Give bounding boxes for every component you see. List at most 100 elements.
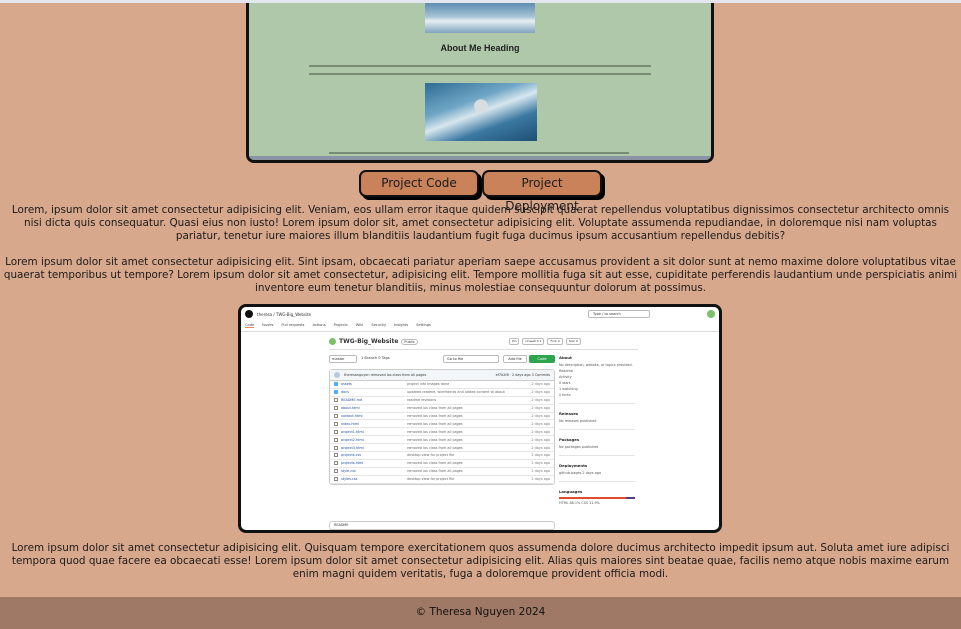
file-commit-message: removed ios class from all pages <box>407 406 463 411</box>
project-deployment-button[interactable]: Project Deployment <box>482 170 602 213</box>
repo-sidebar: About No description, website, or topics… <box>559 355 635 507</box>
file-name: styles.css <box>341 477 358 482</box>
file-icon <box>334 414 338 418</box>
file-icon <box>334 437 338 442</box>
file-row: about.html removed ios class from all pag… <box>330 405 554 413</box>
deployments-heading: Deployments <box>559 463 588 468</box>
tab-wiki: Wiki <box>355 323 364 327</box>
file-icon <box>334 398 338 403</box>
text-line <box>329 152 629 154</box>
description-paragraph-1: Lorem, ipsum dolor sit amet consectetur … <box>11 204 950 242</box>
file-row: project2.html removed ios class from all … <box>330 436 554 445</box>
file-icon <box>334 453 338 458</box>
repo-nav: Code Issues Pull requests Actions Projec… <box>245 323 431 328</box>
releases-heading: Releases <box>559 411 579 416</box>
file-icon <box>334 429 338 434</box>
fork-button: Fork 0 <box>547 338 563 345</box>
file-time: 2 days ago <box>531 453 550 458</box>
about-item: 1 watching <box>559 387 578 391</box>
file-time: 2 days ago <box>531 477 550 482</box>
watch-button: Unwatch 1 <box>522 338 545 345</box>
file-row: contact.html removed ios class from all p… <box>330 413 554 421</box>
file-row: projects.html removed ios class from all … <box>330 460 554 468</box>
github-logo-icon <box>245 310 253 318</box>
file-row: project3.html removed ios class from all … <box>330 444 554 453</box>
file-commit-message: removed ios class from all pages <box>407 421 463 426</box>
about-item: Activity <box>559 375 572 379</box>
divider <box>329 349 638 350</box>
branch-select: master <box>329 355 357 363</box>
add-file-button: Add file <box>503 355 527 363</box>
tab-security: Security <box>371 323 387 327</box>
file-time: 2 days ago <box>531 469 550 474</box>
file-name: projects.html <box>341 461 364 466</box>
about-heading: About Me Heading <box>440 43 520 53</box>
file-name: project3.html <box>341 445 364 450</box>
file-time: 2 days ago <box>531 445 550 450</box>
file-time: 2 days ago <box>531 461 550 466</box>
file-row: README.md readme revisions 2 days ago <box>330 397 554 405</box>
footer: © Theresa Nguyen 2024 <box>0 597 961 629</box>
about-page-screenshot: About Me Heading <box>246 3 714 163</box>
latest-commit: theresanguyen removed ios class from all… <box>330 370 554 381</box>
goto-file-input: Go to file <box>443 355 499 363</box>
repo-actions: Pin Unwatch 1 Fork 0 Star 0 <box>509 338 581 345</box>
tab-issues: Issues <box>262 323 274 327</box>
tab-pull-requests: Pull requests <box>281 323 305 327</box>
file-time: 2 days ago <box>531 429 550 434</box>
text-line <box>309 73 651 75</box>
tab-code: Code <box>245 323 255 328</box>
languages-heading: Languages <box>559 489 583 494</box>
preview-bottom-bar <box>249 156 711 160</box>
file-commit-message: project info images done <box>407 382 450 387</box>
file-row: style.css removed ios class from all page… <box>330 468 554 476</box>
file-time: 2 days ago <box>531 390 550 395</box>
description-paragraph-2: Lorem ipsum dolor sit amet consectetur a… <box>3 256 958 294</box>
file-name: style.css <box>341 469 356 474</box>
project-code-button[interactable]: Project Code <box>359 170 479 197</box>
file-row: projects.css desktop view for project fil… <box>330 452 554 460</box>
file-icon <box>334 469 338 474</box>
file-name: projects.css <box>341 453 362 458</box>
commit-meta: ef7b2f8 · 2 days ago 3 Commits <box>495 373 550 377</box>
about-heading: About <box>559 355 572 360</box>
star-button: Star 0 <box>565 338 581 345</box>
clouds-image <box>425 3 535 33</box>
tab-projects: Projects <box>333 323 348 327</box>
packages-heading: Packages <box>559 437 580 442</box>
file-time: 2 days ago <box>531 406 550 411</box>
branch-info: 1 Branch 0 Tags <box>361 356 390 360</box>
file-time: 2 days ago <box>531 398 550 403</box>
file-name: project1.html <box>341 429 364 434</box>
github-search: Type / to search <box>588 310 650 318</box>
code-button: Code <box>529 355 555 363</box>
about-item: Readme <box>559 369 573 373</box>
about-description: No description, website, or topics provi… <box>559 363 633 367</box>
file-commit-message: desktop view for project file <box>407 453 455 458</box>
releases-text: No releases published <box>559 419 597 423</box>
file-commit-message: removed ios class from all pages <box>407 461 463 466</box>
file-icon <box>334 461 338 466</box>
visibility-badge: Public <box>401 338 418 345</box>
file-row: index.html removed ios class from all pag… <box>330 420 554 429</box>
file-time: 2 days ago <box>531 437 550 442</box>
file-commit-message: removed ios class from all pages <box>407 414 463 418</box>
branch-bar: master 1 Branch 0 Tags Go to file Add fi… <box>329 355 555 363</box>
repo-path: theresa / TWG-Big_Website <box>257 311 312 317</box>
file-name: docs <box>341 390 349 395</box>
pin-button: Pin <box>509 338 520 345</box>
folder-icon <box>334 382 338 387</box>
file-name: index.html <box>341 421 360 426</box>
file-row: project1.html removed ios class from all … <box>330 428 554 437</box>
file-icon <box>334 445 338 450</box>
packages-text: No packages published <box>559 445 599 449</box>
file-list: theresanguyen removed ios class from all… <box>329 369 555 485</box>
repo-title: TWG-Big_Website Public <box>329 338 418 345</box>
file-time: 2 days ago <box>531 382 550 387</box>
description-paragraph-3: Lorem ipsum dolor sit amet consectetur a… <box>11 542 950 580</box>
file-row: assets project info images done 2 days ago <box>330 381 554 389</box>
file-time: 2 days ago <box>531 421 550 426</box>
tab-settings: Settings <box>416 323 431 327</box>
file-icon <box>334 406 338 411</box>
file-icon <box>334 421 338 426</box>
